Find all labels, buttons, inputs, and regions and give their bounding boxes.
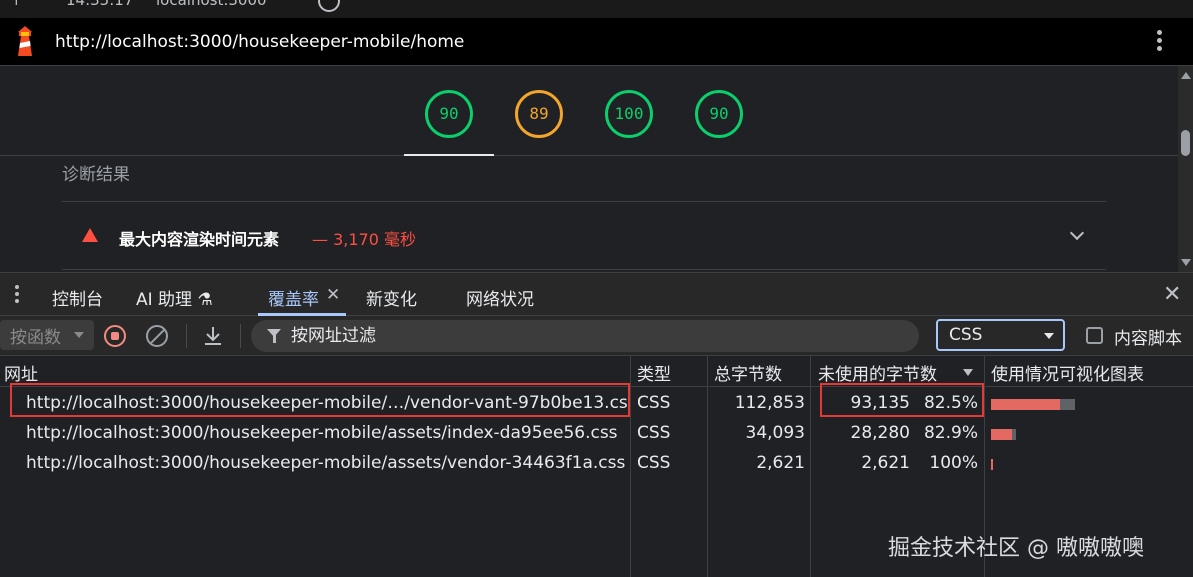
resource-type-value: CSS [949,325,983,345]
row-total-bytes: 34,093 [745,423,805,443]
tab-network-conditions[interactable]: 网络状况 [466,285,534,310]
circle-icon[interactable] [318,0,340,12]
per-function-select[interactable]: 按函数 [0,320,94,350]
column-header-url[interactable]: 网址 [4,360,38,385]
row-total-bytes: 112,853 [734,393,805,413]
score-gauges: 90 89 100 90 [0,66,1178,156]
sort-descending-icon [963,369,973,376]
close-drawer-icon[interactable]: ✕ [1163,282,1181,307]
column-header-total-bytes[interactable]: 总字节数 [714,360,782,385]
devtools-drawer-tabs: 控制台 AI 助理 ⚗ 覆盖率 ✕ 新变化 网络状况 ✕ [0,272,1193,316]
score-gauge-1[interactable]: 90 [425,90,473,138]
row-url: http://localhost:3000/housekeeper-mobile… [26,453,626,473]
row-unused-bytes: 28,280 [850,423,910,443]
scroll-up-icon[interactable] [1181,72,1191,79]
highlight-box-unused [820,383,984,417]
score-gauge-3[interactable]: 100 [605,90,653,138]
table-row[interactable]: http://localhost:3000/housekeeper-mobile… [0,419,1193,449]
tab-changes[interactable]: 新变化 [366,285,417,310]
host-text: localhost:3000 [156,0,267,9]
unused-bar-fill [991,399,1061,410]
table-row[interactable]: http://localhost:3000/housekeeper-mobile… [0,449,1193,479]
tab-ai-assistant[interactable]: AI 助理 ⚗ [136,285,213,310]
resource-type-select[interactable]: CSS [936,319,1065,351]
row-total-bytes: 2,621 [756,453,805,473]
watermark-text: 掘金技术社区 @ 嗷嗷嗷噢 [888,536,1144,561]
row-unused-percent: 82.9% [923,423,978,443]
clear-icon [148,327,166,345]
report-url: http://localhost:3000/housekeeper-mobile… [55,32,465,52]
fail-triangle-icon [82,228,98,242]
time-text: 14:35:17 [66,0,134,9]
more-options-icon[interactable] [1150,28,1168,56]
chevron-down-icon[interactable] [1069,225,1085,241]
row-type: CSS [637,393,671,413]
column-header-type[interactable]: 类型 [637,360,671,385]
column-header-unused-bytes[interactable]: 未使用的字节数 [818,360,937,385]
diagnostics-heading: 诊断结果 [62,165,130,185]
row-unused-percent: 100% [929,453,978,473]
usage-bar [991,399,1075,410]
stop-icon [111,332,119,340]
content-scripts-checkbox[interactable] [1086,327,1103,344]
scroll-down-icon[interactable] [1181,259,1191,266]
toolbar-separator [240,324,241,348]
row-type: CSS [637,423,671,443]
row-unused-bytes: 2,621 [861,453,910,473]
tab-console[interactable]: 控制台 [52,285,103,310]
browser-top-strip: ↑ 14:35:17 localhost:3000 [0,0,1193,18]
row-type: CSS [637,453,671,473]
per-function-label: 按函数 [10,328,61,348]
lighthouse-logo-icon [18,26,32,56]
unused-bar-fill [991,459,993,470]
unused-bar-fill [991,429,1012,440]
scroll-thumb[interactable] [1181,130,1190,156]
column-header-usage-visualization[interactable]: 使用情况可视化图表 [991,360,1144,385]
audit-item-lcp-element[interactable]: 最大内容渲染时间元素 — 3,170 毫秒 [62,202,1106,270]
lighthouse-report: 90 89 100 90 诊断结果 最大内容渲染时间元素 — 3,170 毫秒 [0,66,1178,272]
toolbar-separator [186,324,187,348]
tab-coverage[interactable]: 覆盖率 [268,285,319,310]
coverage-toolbar: 按函数 CSS 内容脚本 [0,316,1193,356]
content-scripts-label: 内容脚本 [1114,329,1182,349]
usage-bar [991,459,993,470]
usage-bar [991,429,1016,440]
active-gauge-underline [404,154,494,156]
score-gauge-2[interactable]: 89 [515,90,563,138]
download-icon[interactable] [202,324,224,348]
score-gauge-4[interactable]: 90 [695,90,743,138]
url-filter[interactable] [251,320,919,352]
chevron-down-icon [74,332,84,338]
clear-button[interactable] [146,325,168,347]
arrow-icon: ↑ [10,0,23,9]
report-scrollbar[interactable] [1178,66,1193,272]
row-url: http://localhost:3000/housekeeper-mobile… [26,423,618,443]
highlight-box-url [10,383,630,417]
audit-title: 最大内容渲染时间元素 [119,230,280,249]
close-tab-icon[interactable]: ✕ [326,285,340,305]
audit-value: — 3,170 毫秒 [312,230,416,249]
url-filter-input[interactable] [291,323,891,349]
drawer-menu-icon[interactable] [14,285,20,305]
chevron-down-icon [1044,333,1054,339]
lighthouse-url-bar: http://localhost:3000/housekeeper-mobile… [0,18,1193,66]
stop-recording-button[interactable] [104,325,126,347]
